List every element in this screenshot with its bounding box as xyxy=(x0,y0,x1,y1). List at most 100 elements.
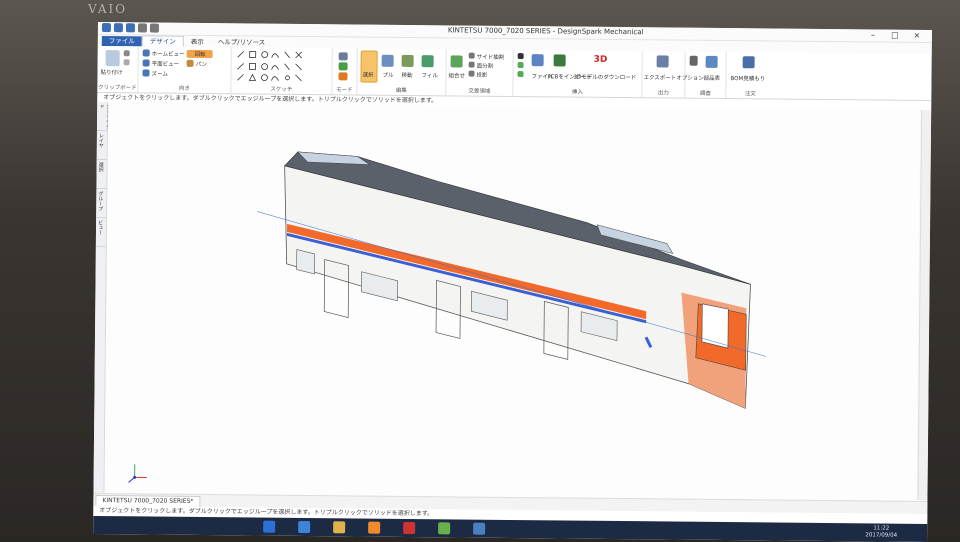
group-intersect: 組合せ サイド抽割 面分割 投影 交差領域 xyxy=(446,49,513,96)
group-label: モード xyxy=(332,85,356,93)
tab-display[interactable]: 表示 xyxy=(184,37,211,47)
explorer-icon[interactable] xyxy=(333,521,345,533)
section-mode-icon[interactable] xyxy=(339,62,348,70)
application-window: KINTETSU 7000_7020 SERIES - DesignSpark … xyxy=(93,22,932,542)
bom-quote-label: BOM見積もり xyxy=(730,74,765,82)
project-icon[interactable] xyxy=(468,71,474,77)
tab-help[interactable]: ヘルプ/リソース xyxy=(211,37,272,48)
group-insert: ファイル PCBをインポート 3D 3Dモデルのダウンロード 挿入 xyxy=(513,50,642,97)
sketch-mode-icon[interactable] xyxy=(339,52,348,60)
tab-structure[interactable]: ストラクチャ xyxy=(97,102,107,131)
move-icon[interactable] xyxy=(402,55,414,67)
group-clipboard: 貼り付け クリップボード xyxy=(97,46,138,92)
firefox-icon[interactable] xyxy=(368,522,380,534)
sketch-tools-icon[interactable] xyxy=(231,47,331,84)
copy-icon[interactable] xyxy=(124,59,130,65)
tab-design[interactable]: デザイン xyxy=(142,35,184,46)
select-label: 選択 xyxy=(362,71,373,79)
group-label: 出力 xyxy=(642,88,684,96)
group-order: BOM見積もり 注文 xyxy=(726,52,774,98)
group-label: 編集 xyxy=(357,85,445,94)
paste-icon[interactable] xyxy=(106,50,120,66)
split-face-label: 面分割 xyxy=(477,62,494,70)
combine-icon[interactable] xyxy=(451,55,463,67)
cart-icon[interactable] xyxy=(743,56,755,68)
pull-icon[interactable] xyxy=(382,55,394,67)
move-label: 移動 xyxy=(401,71,412,79)
bom-icon[interactable] xyxy=(706,56,718,68)
group-label: クリップボード xyxy=(97,83,137,91)
new-icon[interactable] xyxy=(114,23,123,32)
3d-download-label: 3Dモデルのダウンロード xyxy=(573,73,636,82)
tab-views[interactable]: ビュー xyxy=(96,218,106,247)
fill-label: フィル xyxy=(421,71,437,79)
start-icon[interactable] xyxy=(263,521,275,533)
group-output: エクスポートオプション 出力 xyxy=(642,51,685,97)
train-model[interactable] xyxy=(104,102,920,510)
bom-label: 部品表 xyxy=(703,74,720,82)
home-view-icon[interactable] xyxy=(143,49,150,56)
export-options-icon[interactable] xyxy=(657,55,669,67)
group-sketch: スケッチ xyxy=(231,47,332,94)
plan-view-label: 平面ビュー xyxy=(152,60,180,68)
zoom-label: ズーム xyxy=(151,70,167,78)
file-icon[interactable] xyxy=(532,54,544,66)
pull-label: プル xyxy=(382,71,393,79)
3d-mode-icon[interactable] xyxy=(338,72,347,80)
window-controls: – □ × xyxy=(862,29,928,42)
cut-icon[interactable] xyxy=(124,50,130,56)
plan-view-icon[interactable] xyxy=(143,59,150,66)
group-label: 調査 xyxy=(685,89,725,97)
spin-label: 回転 xyxy=(195,50,206,58)
task-view-icon[interactable] xyxy=(298,521,310,533)
brand-logo: VAIO xyxy=(88,2,127,16)
window-title: KINTETSU 7000_7020 SERIES - DesignSpark … xyxy=(448,26,644,36)
undo-icon[interactable] xyxy=(138,23,147,32)
3d-download-icon[interactable]: 3D xyxy=(594,55,608,65)
fill-icon[interactable] xyxy=(422,55,434,67)
tab-file[interactable]: ファイル xyxy=(102,36,142,46)
split-body-icon[interactable] xyxy=(469,53,475,59)
paste-label: 貼り付け xyxy=(100,68,122,76)
project-label: 投影 xyxy=(476,71,487,79)
group-label: 挿入 xyxy=(513,87,641,96)
group-edit: 選択 プル 移動 フィル 編集 xyxy=(357,48,446,95)
ribbon: 貼り付け クリップボード ホームビュー 平面ビュー ズーム 回転 パン 向き xyxy=(97,46,931,101)
group-label: 向き xyxy=(138,83,230,92)
plane-icon[interactable] xyxy=(518,53,524,59)
pcb-import-icon[interactable] xyxy=(554,54,566,66)
origin-icon[interactable] xyxy=(517,71,523,77)
design-canvas[interactable] xyxy=(104,102,920,510)
group-label: 交差領域 xyxy=(446,86,512,95)
close-button[interactable]: × xyxy=(906,30,928,42)
maximize-button[interactable]: □ xyxy=(884,30,906,42)
save-icon[interactable] xyxy=(126,23,135,32)
app-icon-2[interactable] xyxy=(438,522,450,534)
combine-label: 組合せ xyxy=(448,71,465,79)
pan-icon[interactable] xyxy=(187,60,194,67)
group-orient: ホームビュー 平面ビュー ズーム 回転 パン 向き xyxy=(138,46,231,93)
split-face-icon[interactable] xyxy=(469,62,475,68)
measure-icon[interactable] xyxy=(690,56,698,66)
quick-access-toolbar xyxy=(102,23,159,33)
home-view-label: ホームビュー xyxy=(152,50,185,58)
app-menu-icon[interactable] xyxy=(102,23,111,32)
minimize-button[interactable]: – xyxy=(862,29,884,41)
zoom-icon[interactable] xyxy=(142,69,149,76)
tab-layers[interactable]: レイヤ xyxy=(97,131,107,160)
orientation-triad xyxy=(129,464,147,482)
tab-selection[interactable]: 選択 xyxy=(96,160,106,189)
tab-groups[interactable]: グループ xyxy=(96,189,106,218)
group-investigate: 部品表 調査 xyxy=(685,52,726,98)
taskbar-clock: 11:22 2017/09/04 xyxy=(865,525,897,539)
group-mode: モード xyxy=(332,48,357,94)
group-label: スケッチ xyxy=(231,84,331,93)
axis-icon[interactable] xyxy=(518,62,524,68)
redo-icon[interactable] xyxy=(150,23,159,32)
designspark-icon[interactable] xyxy=(473,523,485,535)
split-body-label: サイド抽割 xyxy=(477,53,505,61)
cab-window xyxy=(702,304,728,348)
pan-label: パン xyxy=(196,60,207,68)
app-icon[interactable] xyxy=(403,522,415,534)
group-label: 注文 xyxy=(726,89,774,97)
